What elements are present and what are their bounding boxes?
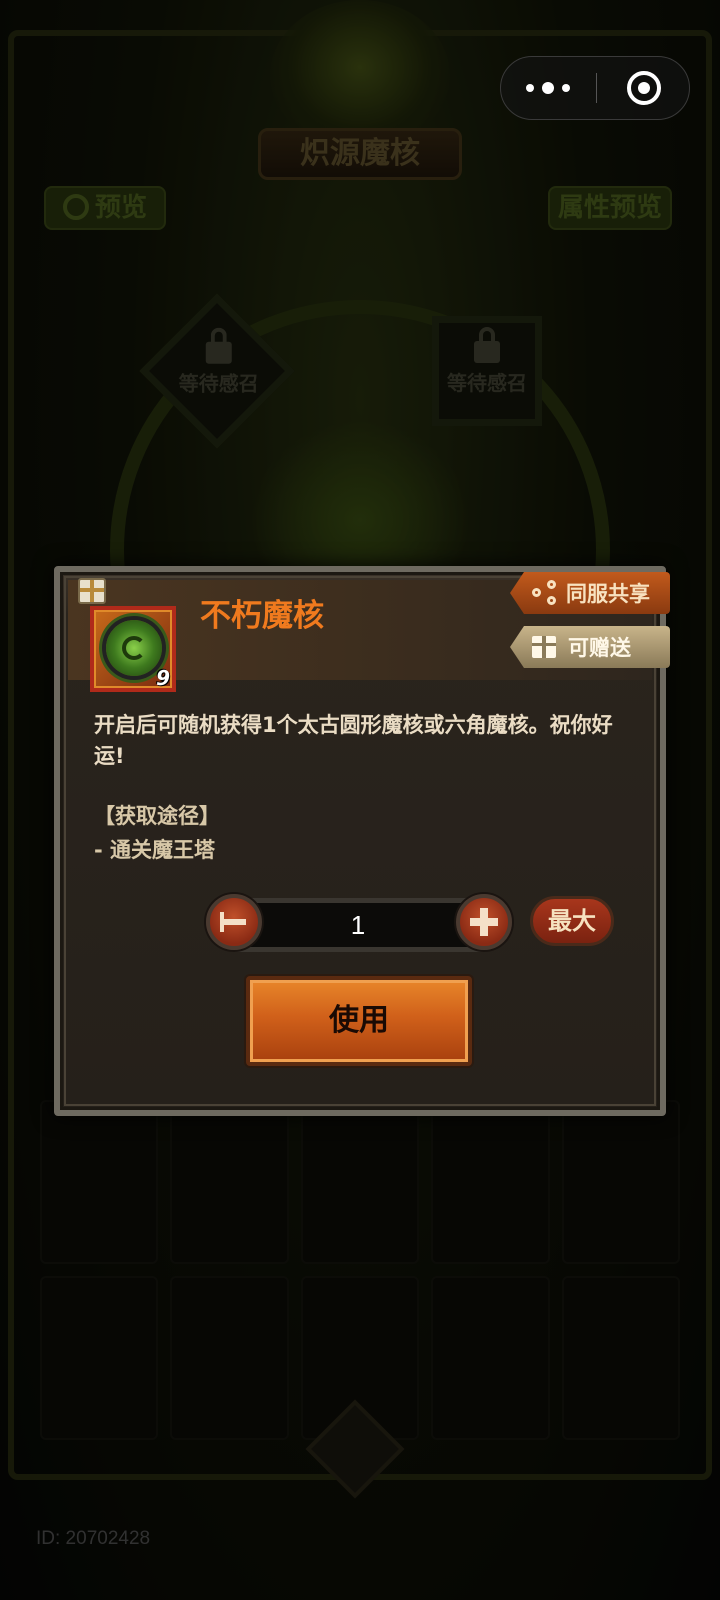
- minus-icon[interactable]: [206, 894, 262, 950]
- item-icon-frame: 9: [90, 606, 176, 692]
- share-icon: [532, 580, 558, 606]
- capsule-divider: [596, 73, 597, 103]
- source-item: - 通关魔王塔: [94, 838, 216, 862]
- gift-label: 可赠送: [568, 636, 631, 660]
- item-name: 不朽魔核: [200, 598, 324, 634]
- miniprogram-capsule: [500, 56, 690, 120]
- source-heading: 【获取途径】: [94, 804, 220, 828]
- item-detail-dialog: 9 不朽魔核 同服共享 可赠送 开启后可随机获得1个太古圆形魔核或六角魔核。祝你…: [54, 566, 670, 1116]
- max-quantity-button[interactable]: 最大: [530, 896, 614, 946]
- share-label: 同服共享: [566, 582, 650, 606]
- more-dots-icon[interactable]: [501, 57, 595, 119]
- server-share-button[interactable]: 同服共享: [510, 572, 670, 614]
- demon-core-icon: [106, 620, 162, 676]
- gift-badge-icon: [78, 578, 106, 604]
- plus-icon[interactable]: [456, 894, 512, 950]
- target-close-icon[interactable]: [627, 71, 661, 105]
- item-count: 9: [156, 666, 170, 690]
- gift-icon: [532, 636, 556, 658]
- use-button[interactable]: 使用: [246, 976, 472, 1066]
- item-description: 开启后可随机获得1个太古圆形魔核或六角魔核。祝你好运!: [94, 713, 613, 768]
- giftable-button[interactable]: 可赠送: [510, 626, 670, 668]
- game-screen: 炽源魔核 预览 属性预览 等待感召 等待感召 ID: 20702428 9 不朽…: [0, 0, 720, 1600]
